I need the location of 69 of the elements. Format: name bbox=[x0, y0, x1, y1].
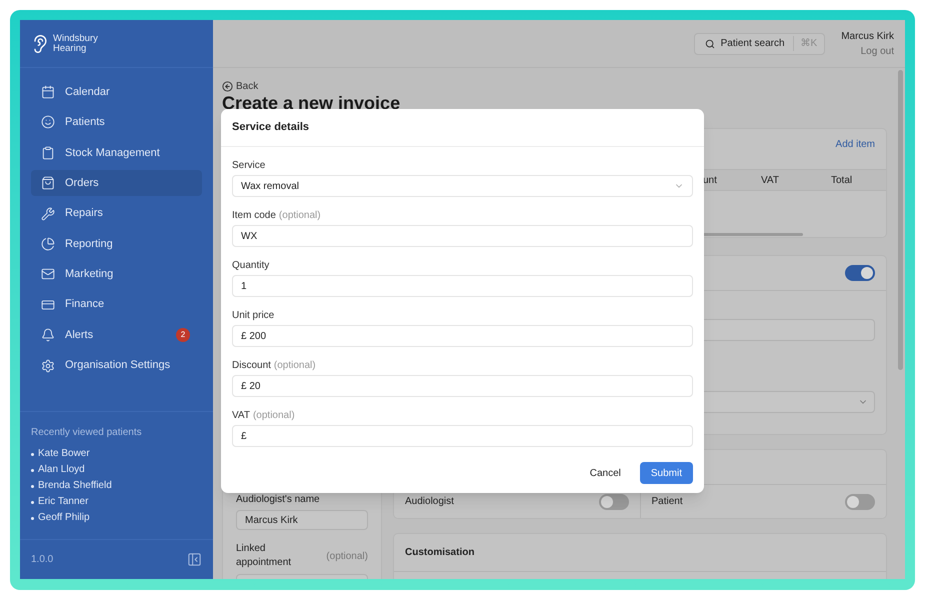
toggle-label: Audiologist bbox=[405, 495, 454, 509]
user-name: Marcus Kirk bbox=[841, 30, 894, 44]
input-field[interactable]: 1 bbox=[232, 275, 693, 297]
nav-item[interactable]: Repairs bbox=[31, 200, 202, 227]
nav-item[interactable]: Calendar bbox=[31, 79, 202, 105]
field-label: Service bbox=[232, 158, 266, 172]
toggle-label: Patient bbox=[652, 495, 683, 509]
bag-icon bbox=[41, 176, 55, 190]
logout-link[interactable]: Log out bbox=[860, 44, 894, 58]
search-icon bbox=[704, 38, 715, 48]
recent-patient-link[interactable]: Geoff Philip bbox=[38, 510, 90, 526]
field-label: Quantity bbox=[232, 258, 270, 272]
input-field[interactable]: £ bbox=[232, 425, 693, 447]
cancel-button[interactable]: Cancel bbox=[584, 462, 627, 484]
version-label: 1.0.0 bbox=[31, 553, 54, 567]
nav-item[interactable]: Marketing bbox=[31, 261, 202, 288]
nav-item[interactable]: Patients bbox=[31, 109, 202, 136]
field-label: Audiologist's name bbox=[236, 493, 321, 507]
field-label: VAT bbox=[232, 408, 250, 422]
count-badge: 2 bbox=[176, 328, 190, 342]
bell-icon bbox=[41, 328, 55, 342]
submit-button[interactable]: Submit bbox=[640, 462, 693, 484]
toggle-switch[interactable] bbox=[845, 265, 875, 281]
input-field[interactable]: £ 200 bbox=[232, 325, 693, 347]
back-link[interactable]: Back bbox=[236, 78, 258, 94]
nav-item[interactable]: Orders bbox=[31, 170, 202, 196]
optional-hint: (optional) bbox=[252, 408, 295, 422]
page-title: Create a new invoice bbox=[222, 94, 402, 112]
nav-item[interactable]: Reporting bbox=[31, 230, 202, 257]
recent-patient-link[interactable]: Alan Lloyd bbox=[38, 462, 85, 478]
calendar-icon bbox=[41, 85, 55, 99]
column-header: Total bbox=[831, 174, 854, 188]
recent-patient-link[interactable]: Brenda Sheffield bbox=[38, 478, 112, 494]
add-item-link[interactable]: Add item bbox=[836, 136, 875, 152]
optional-hint: (optional) bbox=[326, 550, 368, 564]
section-heading: Recently viewed patients bbox=[31, 426, 143, 440]
input-field[interactable]: Marcus Kirk bbox=[236, 510, 368, 530]
recent-patient-link[interactable]: Kate Bower bbox=[38, 446, 90, 462]
input-field[interactable]: £ 20 bbox=[232, 375, 693, 397]
field-label: Discount bbox=[232, 358, 271, 372]
mail-icon bbox=[41, 267, 55, 282]
settings-icon bbox=[41, 358, 55, 373]
pie-chart-icon bbox=[41, 236, 55, 251]
select-field[interactable]: Wax removal bbox=[232, 175, 693, 197]
input-field[interactable]: WX bbox=[232, 225, 693, 247]
card-title: Customisation bbox=[405, 546, 474, 560]
dialog-title: Service details bbox=[232, 120, 310, 136]
optional-hint: (optional) bbox=[274, 358, 316, 372]
shortcut-hint: ⌘K bbox=[792, 36, 824, 51]
column-header: VAT bbox=[761, 174, 780, 188]
brand-name: Windsbury Hearing bbox=[53, 34, 99, 54]
recent-patient-link[interactable]: Eric Tanner bbox=[38, 494, 88, 510]
optional-hint: (optional) bbox=[278, 208, 321, 222]
wrench-icon bbox=[41, 206, 55, 221]
nav-item[interactable]: Stock Management bbox=[31, 140, 202, 166]
field-label: Unit price bbox=[232, 308, 274, 322]
toggle-switch[interactable] bbox=[598, 494, 628, 510]
nav-item[interactable]: Finance bbox=[31, 292, 202, 318]
field-label: Linked appointment bbox=[236, 542, 292, 570]
card-icon bbox=[41, 298, 55, 312]
nav-item[interactable]: Alerts 2 bbox=[31, 322, 202, 348]
patient-search-button[interactable]: Patient search ⌘K bbox=[694, 32, 826, 54]
field-label: Item code bbox=[232, 208, 276, 222]
scrollbar[interactable] bbox=[898, 70, 903, 370]
collapse-sidebar-icon[interactable] bbox=[187, 552, 202, 567]
nav-item[interactable]: Organisation Settings bbox=[31, 352, 202, 379]
clipboard-icon bbox=[41, 146, 55, 160]
toggle-switch[interactable] bbox=[845, 494, 875, 510]
smiley-icon bbox=[41, 115, 55, 130]
